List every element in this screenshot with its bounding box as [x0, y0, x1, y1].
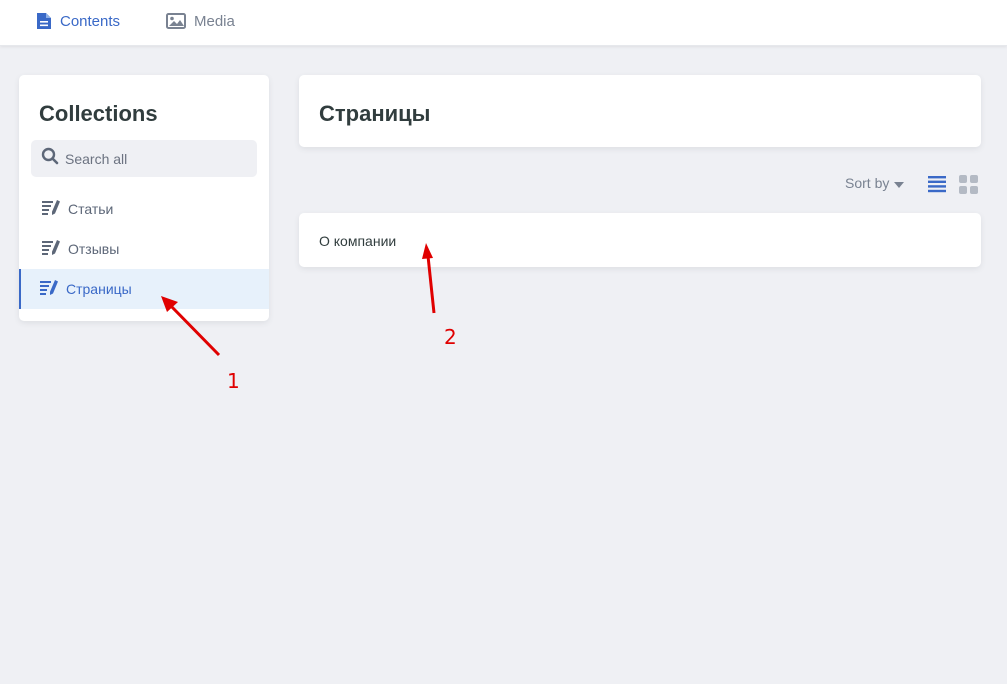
list-view-button[interactable]	[928, 175, 946, 198]
caret-down-icon	[894, 175, 905, 191]
page-title: Страницы	[319, 101, 431, 126]
collection-edit-icon	[40, 280, 59, 298]
nav-contents[interactable]: Contents	[36, 0, 120, 42]
collection-edit-icon	[42, 240, 61, 258]
collection-header: Страницы	[299, 75, 981, 147]
sort-by-button[interactable]: Sort by	[845, 175, 905, 191]
collection-list: Статьи Отзывы Страницы	[19, 189, 269, 309]
collection-edit-icon	[42, 200, 61, 218]
search-box[interactable]	[31, 140, 257, 177]
collection-item-otzyvy[interactable]: Отзывы	[19, 229, 269, 269]
grid-view-button[interactable]	[959, 175, 978, 199]
collection-item-label: Отзывы	[68, 241, 120, 257]
nav-contents-label: Contents	[60, 12, 121, 30]
grid-view-icon	[959, 175, 978, 198]
nav-media[interactable]: Media	[166, 0, 235, 42]
entry-card[interactable]: О компании	[299, 213, 981, 267]
search-icon	[41, 147, 59, 170]
collection-item-statyi[interactable]: Статьи	[19, 189, 269, 229]
annotation-label-1: 1	[227, 369, 240, 393]
image-icon	[166, 13, 186, 29]
collection-item-label: Статьи	[68, 201, 114, 217]
entry-title: О компании	[319, 233, 397, 249]
sidebar-title: Collections	[39, 101, 158, 126]
document-icon	[36, 12, 52, 30]
collection-item-label: Страницы	[66, 281, 132, 297]
collection-item-stranitsy[interactable]: Страницы	[19, 269, 269, 309]
top-nav: Contents Media	[0, 0, 1007, 46]
collections-sidebar: Collections Статьи	[19, 75, 269, 321]
annotation-label-2: 2	[444, 325, 457, 349]
search-input[interactable]	[65, 150, 245, 167]
sort-by-label: Sort by	[845, 175, 890, 191]
nav-media-label: Media	[194, 12, 235, 30]
list-view-icon	[928, 176, 946, 197]
